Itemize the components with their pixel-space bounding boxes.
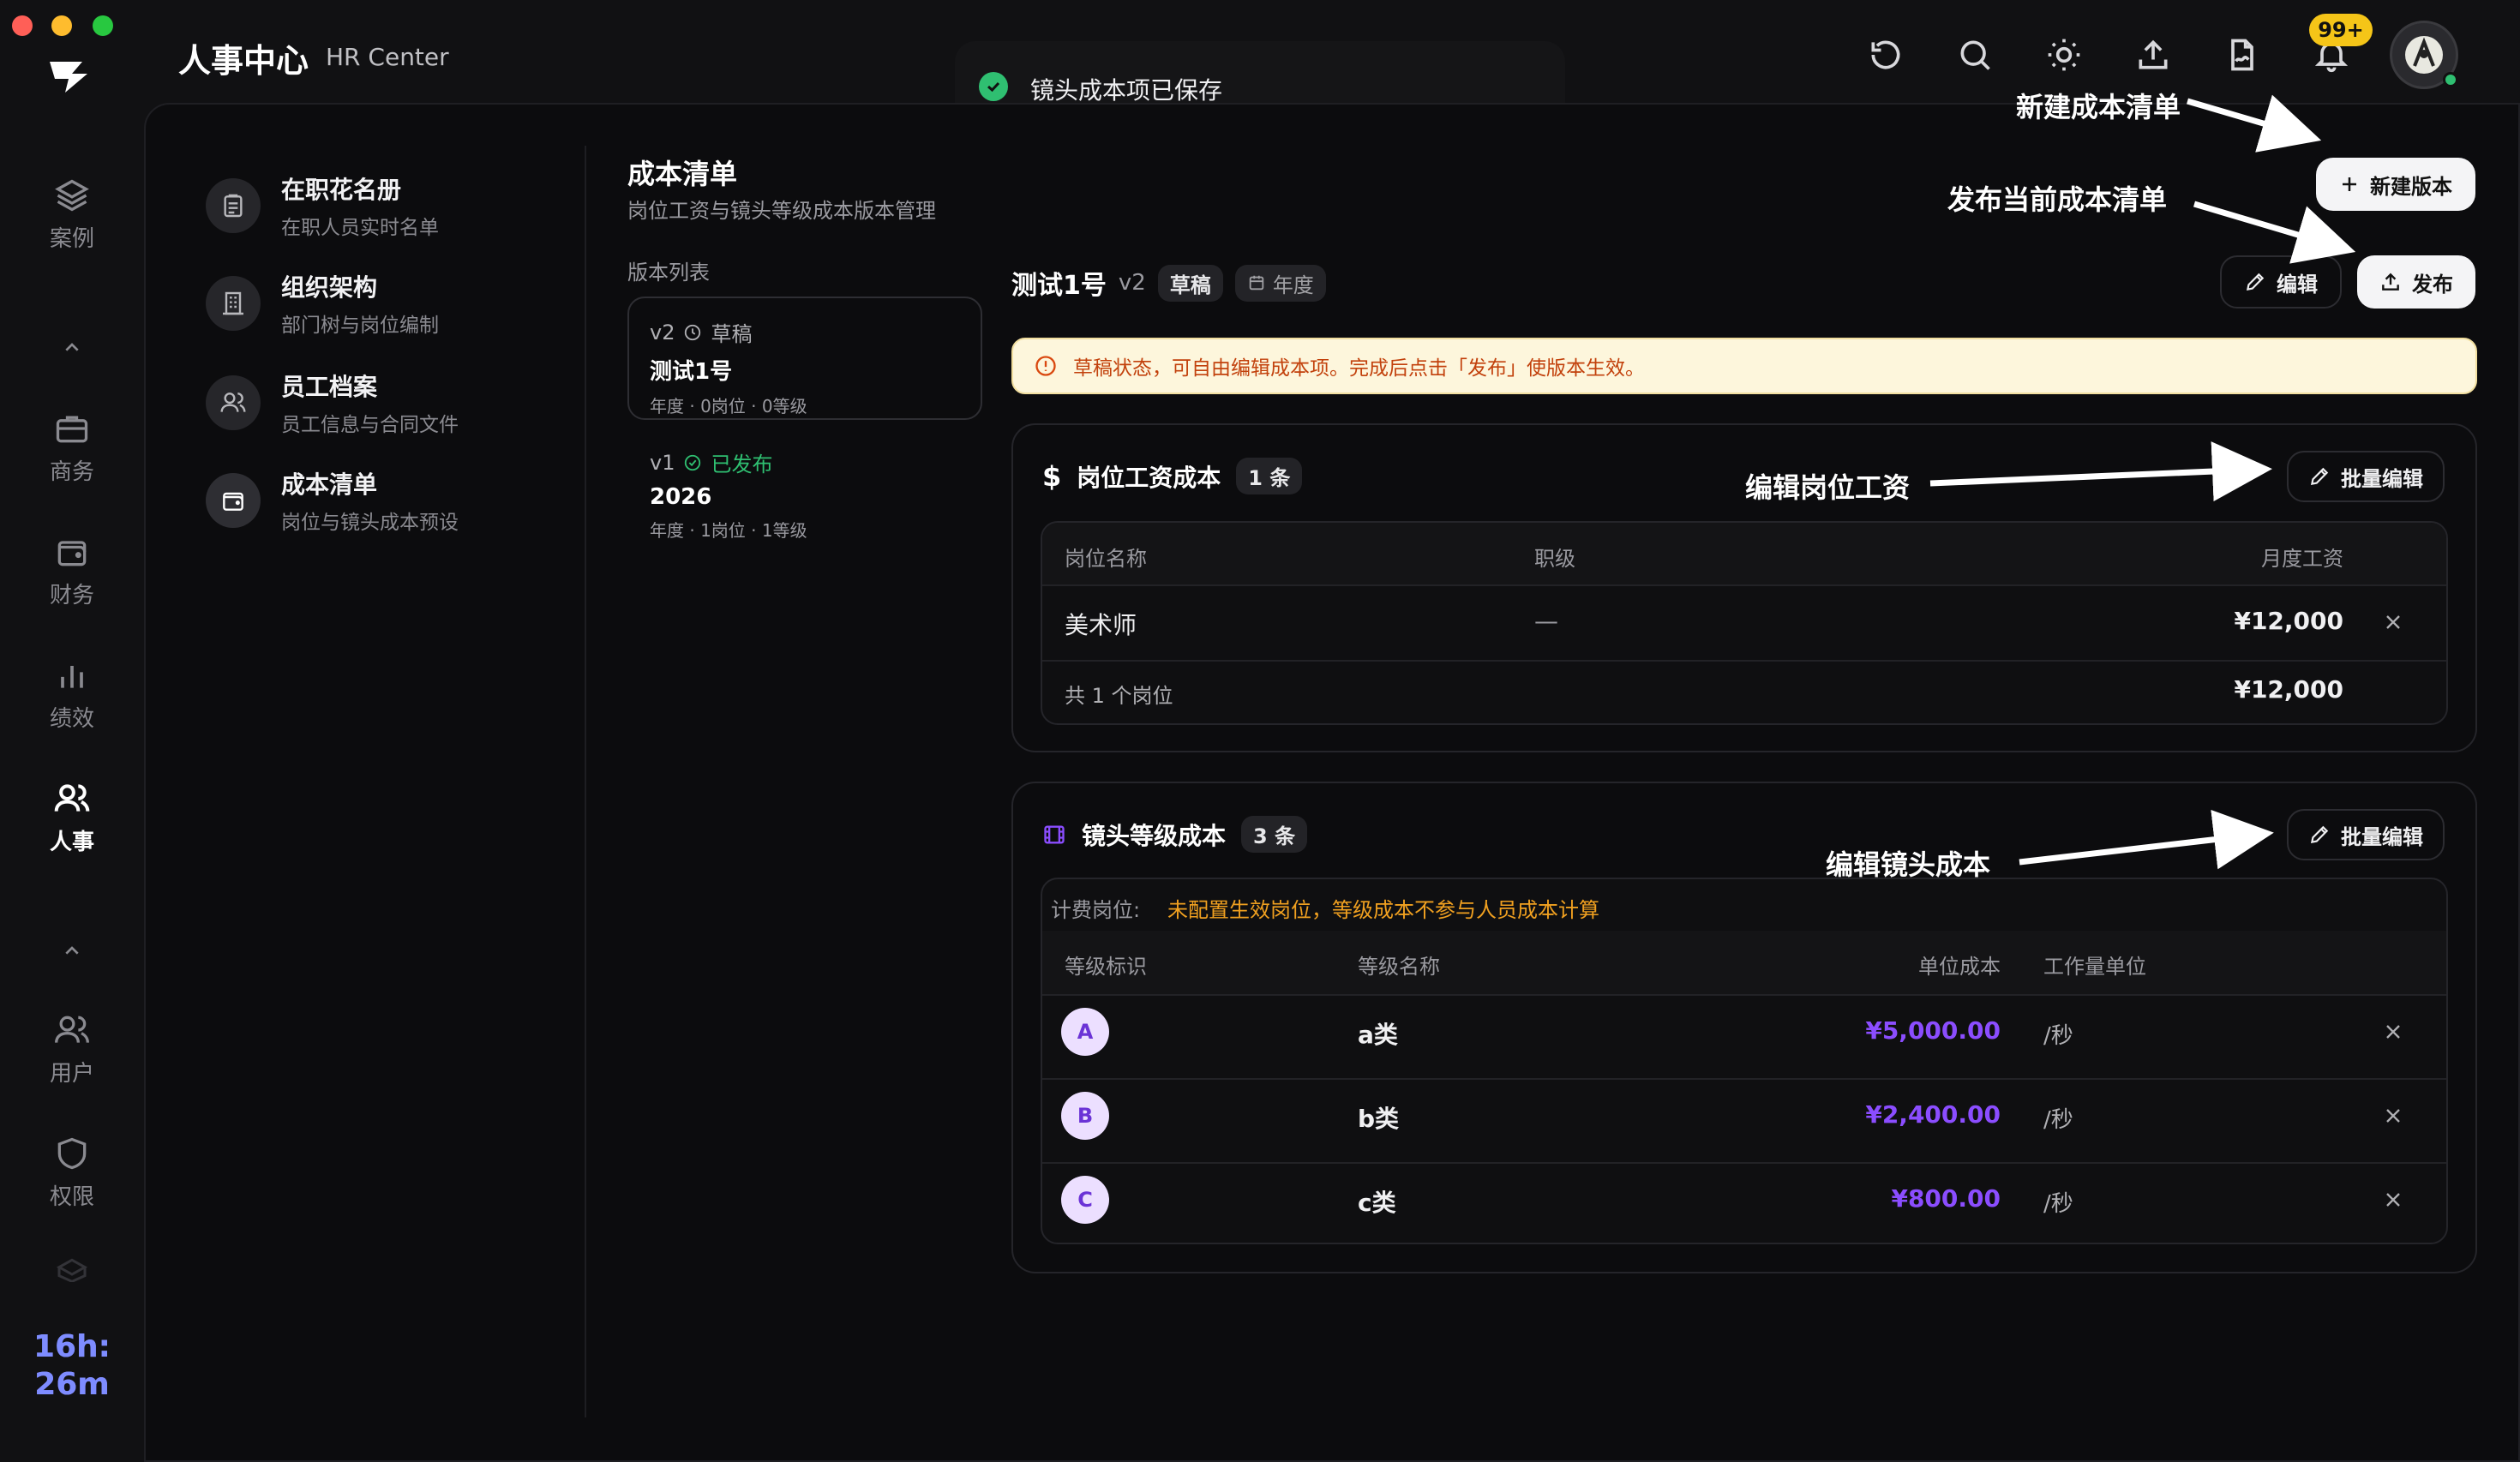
arrow-publish	[2193, 201, 2356, 264]
arrow-shot-edit	[2019, 809, 2274, 870]
arrow-new-version	[2187, 94, 2322, 153]
arrow-salary-edit	[1929, 441, 2272, 502]
annotation-arrows	[1929, 94, 2356, 870]
